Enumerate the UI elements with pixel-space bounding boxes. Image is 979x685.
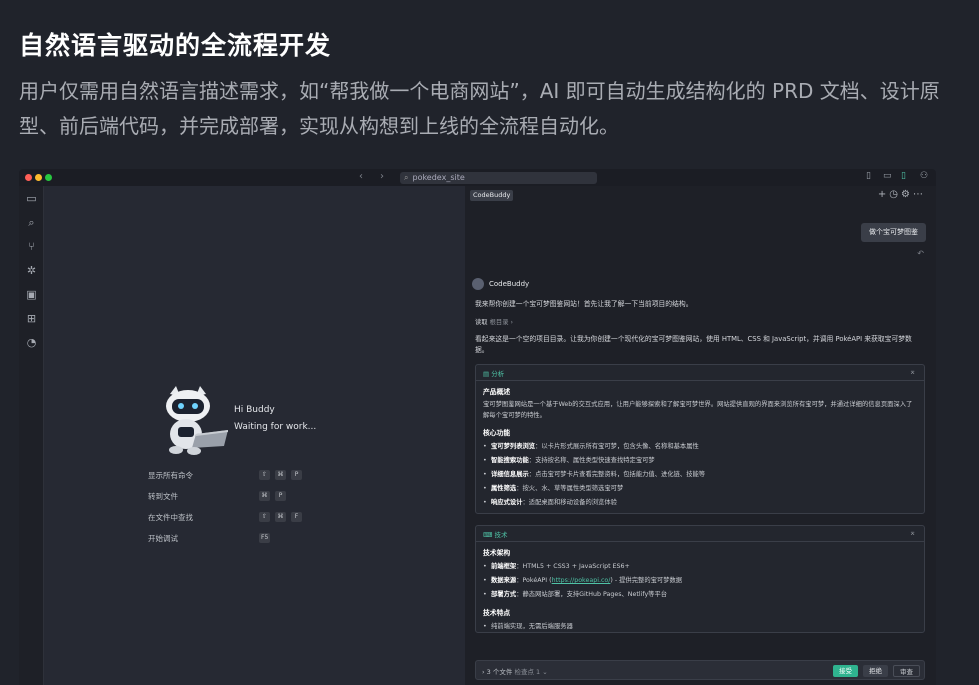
user-message: 做个宝可梦图鉴 (861, 223, 926, 242)
account-icon[interactable]: ⚇ (920, 171, 928, 181)
shortcut-key: ⌘ (275, 512, 286, 522)
panel-toolbar: +◷⚙⋯ (878, 189, 926, 200)
welcome-status: Waiting for work... (234, 422, 317, 432)
list-item: 属性筛选：按火、水、草等属性类型筛选宝可梦 (483, 482, 917, 496)
avatar (472, 278, 484, 290)
bot-intro: 我来帮你创建一个宝可梦图鉴网站！首先让我了解一下当前项目的结构。 (475, 300, 693, 308)
remote-icon[interactable]: ▣ (25, 288, 38, 301)
read-action[interactable]: 读取 根目录 › (475, 317, 925, 328)
command-go-to-file[interactable]: 转到文件 (148, 491, 178, 502)
tab-codebuddy[interactable]: CodeBuddy (470, 190, 514, 201)
shortcut-key: F5 (259, 533, 271, 543)
gear-icon[interactable]: ⚙ (901, 189, 913, 200)
list-item: 响应式设计：适配桌面和移动设备的浏览体验 (483, 496, 917, 510)
maximize-window-button[interactable] (45, 174, 52, 181)
bot-name: CodeBuddy (489, 280, 530, 288)
shortcut-key: ⌘ (259, 491, 270, 501)
source-control-icon[interactable]: ⑂ (25, 240, 38, 253)
command-find-in-files[interactable]: 在文件中查找 (148, 512, 193, 523)
nav-forward-button[interactable]: › (380, 171, 384, 182)
collapse-icon[interactable]: ⌅ (909, 367, 916, 376)
welcome-greeting: Hi Buddy (234, 405, 275, 415)
shortcut-key: P (291, 470, 302, 480)
code-icon: ⌨ (483, 531, 493, 539)
list-item: 前端框架：HTML5 + CSS3 + JavaScript ES6+ (483, 560, 917, 574)
list-item: 宝可梦列表浏览：以卡片形式展示所有宝可梦，包含头像、名称和基本属性 (483, 440, 917, 454)
shortcut-key: P (275, 491, 286, 501)
overview-title: 产品概述 (483, 388, 511, 396)
command-search-input[interactable]: ⌕ pokedex_site (400, 172, 597, 184)
features-title: 核心功能 (483, 429, 511, 437)
accept-button[interactable]: 接受 (833, 665, 858, 677)
chevron-right-icon: › (510, 319, 514, 326)
shortcut-key: F (291, 512, 302, 522)
history-icon[interactable]: ◷ (889, 189, 901, 200)
robot-mascot-icon (166, 386, 228, 455)
ide-window: ‹ › ⌕pokedex_site ▯ ▭ ▯ ⚇ ▭ ⌕ ⑂ ✲ ▣ ⊞ ◔ (19, 169, 936, 685)
editor-welcome: Hi Buddy Waiting for work... 显示所有命令 ⇧ ⌘ … (44, 186, 465, 685)
analysis-card-title: ▤ 分析 (483, 370, 505, 378)
more-icon[interactable]: ⋯ (913, 189, 926, 200)
tech-card: ⌨ 技术 ⌅ 技术架构 前端框架：HTML5 + CSS3 + JavaScri… (475, 525, 925, 633)
command-show-all[interactable]: 显示所有命令 (148, 470, 193, 481)
arch-title: 技术架构 (483, 549, 511, 557)
toggle-secondary-sidebar-icon[interactable]: ▯ (901, 171, 906, 181)
reject-button[interactable]: 拒绝 (863, 665, 888, 677)
list-item: 数据来源：PokéAPI (https://pokeapi.co/) - 提供完… (483, 574, 917, 588)
pokeapi-link[interactable]: https://pokeapi.co/ (552, 577, 611, 584)
overview-text: 宝可梦图鉴网站是一个基于Web的交互式应用，让用户能够探索和了解宝可梦世界。网站… (483, 401, 913, 419)
shortcut-key: ⇧ (259, 512, 270, 522)
toggle-panel-icon[interactable]: ▭ (883, 171, 892, 181)
list-item: 智能搜索功能：支持按名称、属性类型快速查找特定宝可梦 (483, 454, 917, 468)
review-button[interactable]: 审查 (893, 665, 920, 677)
changes-bar: › 3 个文件 检查点 1 ⌄ 接受 拒绝 审查 (475, 660, 925, 680)
nav-back-button[interactable]: ‹ (359, 171, 363, 182)
list-item: 纯前端实现，无需后端服务器 (483, 620, 917, 632)
add-icon[interactable]: + (878, 189, 889, 200)
document-icon: ▤ (483, 370, 490, 378)
undo-icon[interactable]: ↶ (917, 249, 924, 258)
bot-plan: 看起来这是一个空的项目目录。让我为你创建一个现代化的宝可梦图鉴网站，使用 HTM… (475, 335, 912, 354)
tech-card-title: ⌨ 技术 (483, 531, 508, 539)
changes-summary[interactable]: › 3 个文件 检查点 1 ⌄ (482, 666, 548, 676)
shortcut-key: ⌘ (275, 470, 286, 480)
files-icon[interactable]: ▭ (25, 192, 38, 205)
list-item: 详细信息展示：点击宝可梦卡片查看完整资料，包括能力值、进化链、技能等 (483, 468, 917, 482)
toggle-sidebar-icon[interactable]: ▯ (866, 171, 871, 181)
read-target: 根目录 (489, 319, 509, 326)
debug-icon[interactable]: ✲ (25, 264, 38, 277)
hero-section: 自然语言驱动的全流程开发 用户仅需用自然语言描述需求，如“帮我做一个电商网站”，… (0, 0, 979, 170)
extensions-icon[interactable]: ⊞ (25, 312, 38, 325)
analysis-card-header[interactable]: ▤ 分析 ⌅ (476, 365, 924, 381)
codebuddy-panel: CodeBuddy +◷⚙⋯ 做个宝可梦图鉴 ↶ CodeBuddy 我来帮你创… (465, 186, 936, 685)
search-icon: ⌕ (404, 173, 409, 182)
read-label: 读取 (475, 319, 488, 326)
page-title: 自然语言驱动的全流程开发 (19, 31, 332, 60)
analysis-card: ▤ 分析 ⌅ 产品概述 宝可梦图鉴网站是一个基于Web的交互式应用，让用户能够探… (475, 364, 925, 514)
close-window-button[interactable] (25, 174, 32, 181)
codebuddy-icon[interactable]: ◔ (25, 336, 38, 349)
page-subtitle: 用户仅需用自然语言描述需求，如“帮我做一个电商网站”，AI 即可自动生成结构化的… (19, 79, 940, 138)
collapse-icon[interactable]: ⌅ (909, 528, 916, 537)
minimize-window-button[interactable] (35, 174, 42, 181)
title-bar: ‹ › ⌕ pokedex_site ▯ ▭ ▯ ⚇ (19, 169, 936, 186)
traits-title: 技术特点 (483, 609, 511, 617)
search-value: pokedex_site (412, 173, 465, 182)
shortcut-key: ⇧ (259, 470, 270, 480)
command-start-debugging[interactable]: 开始调试 (148, 533, 178, 544)
search-icon[interactable]: ⌕ (25, 216, 38, 229)
tech-card-header[interactable]: ⌨ 技术 ⌅ (476, 526, 924, 542)
activity-bar: ▭ ⌕ ⑂ ✲ ▣ ⊞ ◔ (19, 186, 44, 685)
list-item: 部署方式：静态网站部署，支持GitHub Pages、Netlify等平台 (483, 588, 917, 602)
